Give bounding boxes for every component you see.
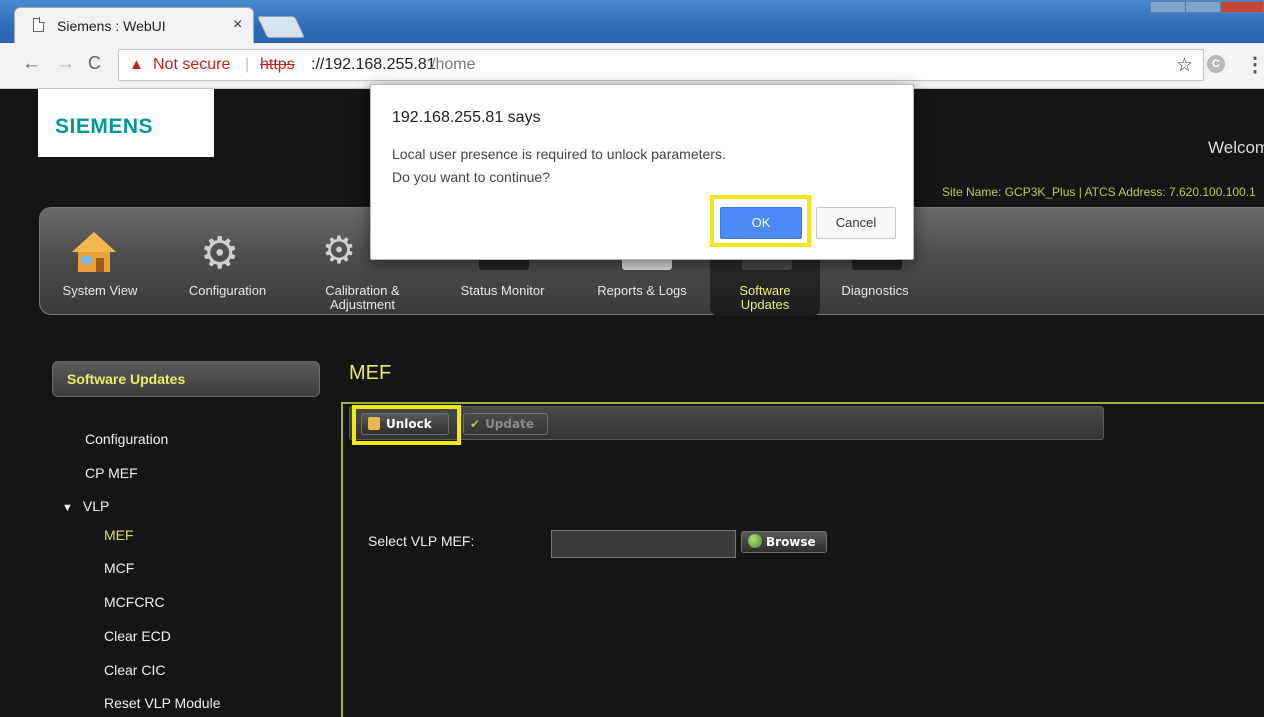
tool-label: System View bbox=[62, 283, 138, 298]
page-title: MEF bbox=[349, 362, 392, 384]
sidebar-item-mcfcrc[interactable]: MCFCRC bbox=[104, 594, 165, 610]
url-scheme: https bbox=[260, 56, 295, 73]
tab-close-icon[interactable]: × bbox=[233, 16, 242, 34]
tool-label: Software Updates bbox=[739, 283, 791, 312]
confirm-dialog: 192.168.255.81 says Local user presence … bbox=[370, 84, 914, 260]
new-tab-button[interactable] bbox=[256, 16, 306, 38]
content-frame bbox=[341, 402, 1264, 717]
checkmark-icon: ✔ bbox=[470, 417, 481, 431]
site-info: Site Name: GCP3K_Plus | ATCS Address: 7.… bbox=[942, 185, 1256, 199]
dialog-message-line1: Local user presence is required to unloc… bbox=[392, 146, 726, 162]
sidebar-item-clear-ecd[interactable]: Clear ECD bbox=[104, 628, 171, 644]
house-icon bbox=[72, 232, 116, 272]
tool-label: Diagnostics bbox=[841, 283, 909, 298]
update-label: Update bbox=[485, 417, 534, 431]
dialog-title: 192.168.255.81 says bbox=[392, 109, 541, 126]
welcome-text: Welcome bbox=[1208, 138, 1264, 157]
minimize-button[interactable] bbox=[1150, 1, 1186, 13]
tool-label: Calibration & Adjustment bbox=[325, 283, 400, 312]
browser-tab[interactable]: Siemens : WebUI × bbox=[14, 7, 254, 43]
tab-title: Siemens : WebUI bbox=[57, 18, 166, 34]
warning-icon: ▲ bbox=[129, 56, 144, 73]
tool-label: Status Monitor bbox=[460, 283, 545, 298]
calibration-icon: ⚙ bbox=[322, 230, 357, 272]
url-input[interactable]: ▲ Not secure | https ://192.168.255.81 /… bbox=[118, 49, 1204, 81]
tool-system-view[interactable]: System View bbox=[40, 208, 160, 316]
security-status[interactable]: Not secure bbox=[153, 56, 230, 74]
select-vlp-mef-label: Select VLP MEF: bbox=[368, 533, 475, 549]
sidebar-item-configuration[interactable]: Configuration bbox=[85, 431, 168, 447]
back-icon[interactable]: ← bbox=[22, 53, 41, 75]
page-icon bbox=[33, 17, 45, 32]
sidebar-item-mef[interactable]: MEF bbox=[104, 527, 134, 543]
vlp-mef-file-field[interactable] bbox=[551, 530, 736, 558]
sidebar-item-cp-mef[interactable]: CP MEF bbox=[85, 465, 138, 481]
gears-icon: ⚙ bbox=[200, 229, 240, 278]
sidebar-item-vlp[interactable]: ▼ VLP bbox=[62, 498, 109, 514]
browser-titlebar: Siemens : WebUI × bbox=[0, 0, 1264, 43]
browse-icon bbox=[748, 534, 762, 548]
unlock-highlight bbox=[352, 405, 461, 445]
browser-menu-icon[interactable]: ⋮ bbox=[1245, 52, 1264, 77]
extension-icon[interactable]: C bbox=[1207, 55, 1225, 73]
siemens-logo: SIEMENS bbox=[38, 89, 214, 163]
maximize-button[interactable] bbox=[1185, 1, 1221, 13]
sidebar-header[interactable]: Software Updates bbox=[52, 361, 320, 397]
window-controls bbox=[1150, 0, 1264, 13]
tool-configuration[interactable]: ⚙ Configuration bbox=[170, 208, 285, 316]
sidebar-item-reset-vlp[interactable]: Reset VLP Module bbox=[104, 695, 220, 711]
cancel-button[interactable]: Cancel bbox=[816, 207, 896, 239]
ok-highlight bbox=[710, 195, 811, 247]
url-path: /home bbox=[431, 56, 476, 73]
bookmark-star-icon[interactable]: ☆ bbox=[1176, 54, 1193, 77]
dialog-message-line2: Do you want to continue? bbox=[392, 169, 550, 185]
logo-divider bbox=[38, 157, 214, 163]
browse-button[interactable]: Browse bbox=[741, 531, 827, 553]
sidebar-item-clear-cic[interactable]: Clear CIC bbox=[104, 662, 165, 678]
address-bar: ← → C ▲ Not secure | https ://192.168.25… bbox=[0, 43, 1264, 89]
reload-icon[interactable]: C bbox=[88, 53, 101, 74]
tool-label: Reports & Logs bbox=[597, 283, 687, 298]
window-close-button[interactable] bbox=[1220, 1, 1264, 13]
expand-triangle-icon: ▼ bbox=[62, 502, 73, 514]
url-host: ://192.168.255.81 bbox=[311, 56, 436, 73]
sidebar-header-label: Software Updates bbox=[67, 371, 186, 387]
sidebar-item-mcf[interactable]: MCF bbox=[104, 560, 134, 576]
url-separator: | bbox=[245, 56, 250, 73]
logo-text: SIEMENS bbox=[55, 115, 154, 138]
browse-label: Browse bbox=[766, 535, 816, 549]
forward-icon[interactable]: → bbox=[56, 53, 75, 75]
tool-label: Configuration bbox=[188, 283, 267, 298]
update-button[interactable]: ✔ Update bbox=[463, 413, 548, 435]
sidebar-item-label: VLP bbox=[82, 498, 110, 514]
